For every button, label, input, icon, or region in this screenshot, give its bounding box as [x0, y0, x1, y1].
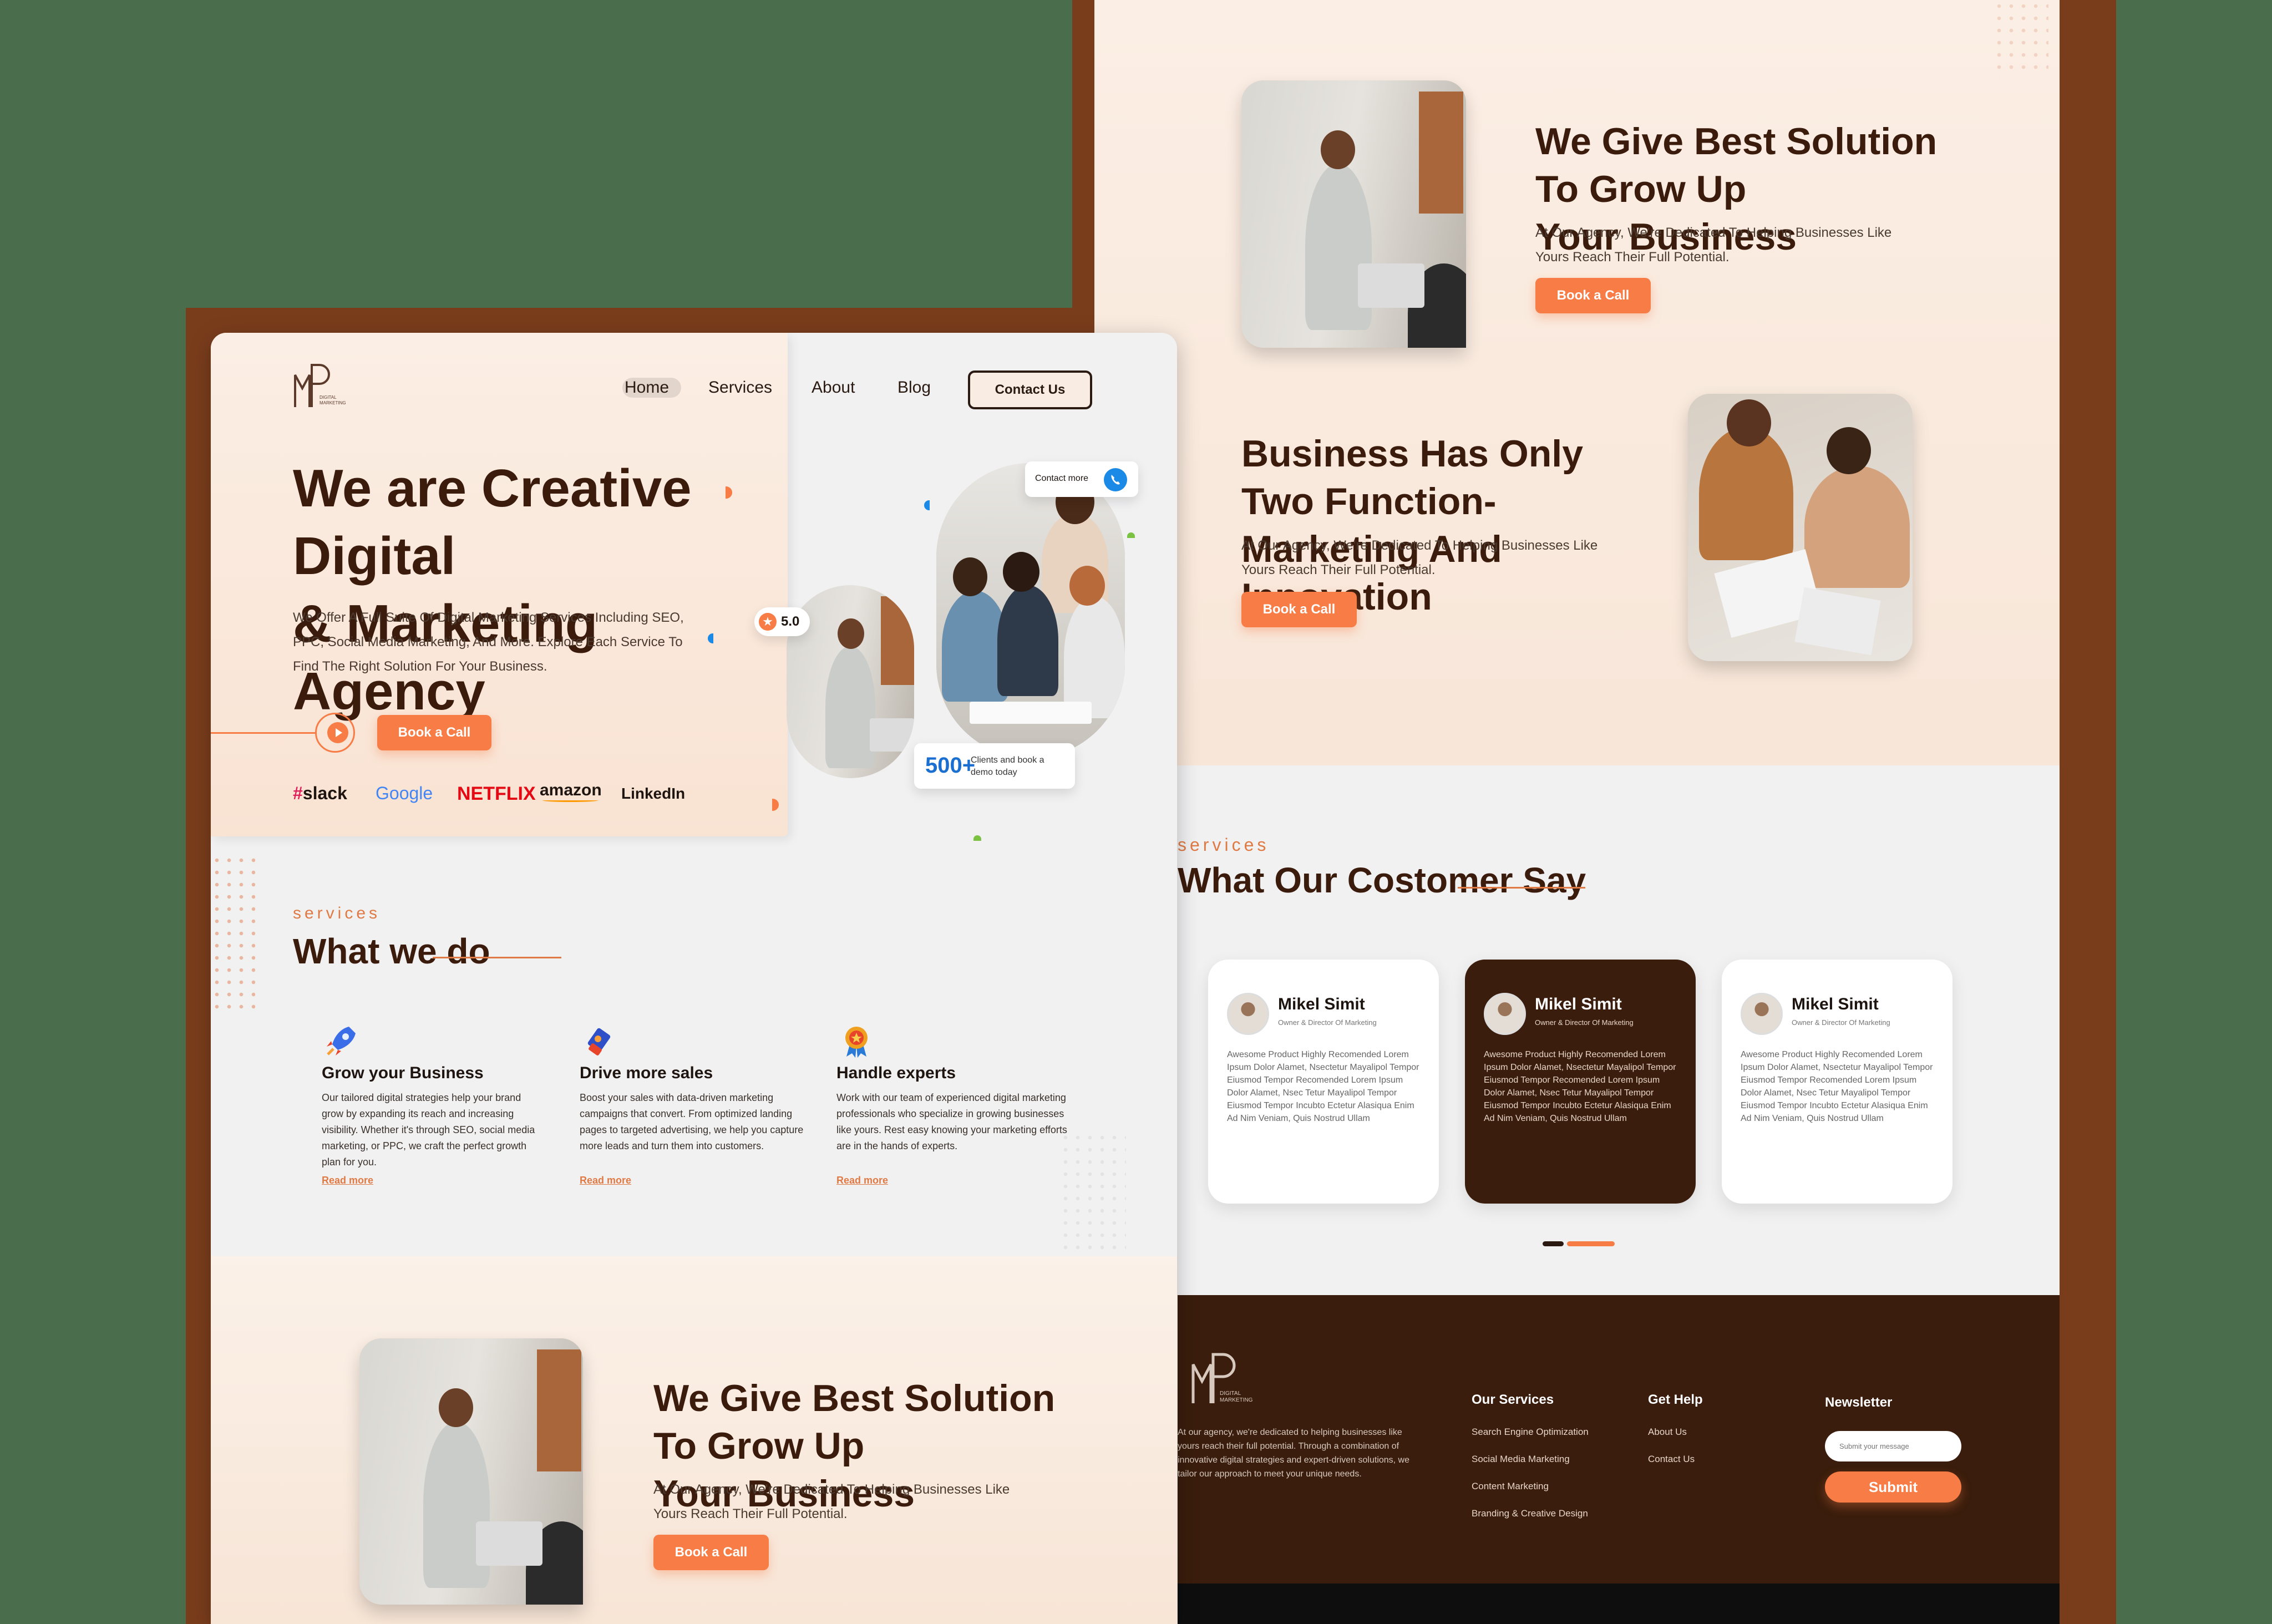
testimonials-eyebrow: services — [1178, 835, 1270, 855]
dot-pattern — [211, 854, 255, 1015]
rocket-icon — [323, 1023, 359, 1059]
star-icon: ★ — [759, 613, 777, 631]
read-more-link[interactable]: Read more — [580, 1175, 631, 1186]
solution-text-right: At Our Agency, We're Dedicated To Helpin… — [1535, 225, 1892, 265]
right-top-section — [1094, 0, 2060, 765]
footer-help-title: Get Help — [1648, 1392, 1703, 1407]
title-underline — [433, 957, 561, 958]
stat-text: Clients and book a demo today — [971, 755, 1044, 777]
services-eyebrow: services — [293, 904, 381, 922]
contact-more-label: Contact more — [1035, 474, 1089, 483]
book-call-button-functions[interactable]: Book a Call — [1241, 592, 1357, 627]
book-call-button-solution-left[interactable]: Book a Call — [653, 1535, 769, 1570]
footer-bottom-bar — [1178, 1584, 2060, 1624]
solution-photo — [1241, 80, 1466, 348]
testimonial-role: Owner & Director Of Marketing — [1278, 1018, 1377, 1027]
footer-link[interactable]: Content Marketing — [1472, 1481, 1549, 1492]
avatar — [1227, 993, 1269, 1035]
decorative-dot — [973, 835, 981, 841]
footer-services-title: Our Services — [1472, 1392, 1554, 1407]
avatar — [1741, 993, 1783, 1035]
contact-us-button[interactable]: Contact Us — [968, 371, 1092, 409]
netflix-logo: NETFLIX — [457, 783, 536, 804]
hero-line — [211, 732, 316, 734]
testimonial-card: Mikel Simit Owner & Director Of Marketin… — [1208, 960, 1439, 1204]
play-icon — [327, 722, 348, 743]
slack-logo: #slack — [293, 783, 347, 803]
hero-photo-large — [936, 463, 1125, 758]
service-text: Boost your sales with data-driven market… — [580, 1092, 804, 1151]
megaphone-icon — [581, 1023, 617, 1059]
solution-photo — [359, 1338, 583, 1605]
title-underline — [1458, 887, 1585, 889]
services-title: What we do — [293, 931, 490, 971]
nav-services[interactable]: Services — [708, 378, 772, 397]
footer: DIGITAL MARKETING At our agency, we're d… — [1178, 1295, 2060, 1584]
book-call-button-solution-right[interactable]: Book a Call — [1535, 278, 1651, 313]
rating-value: 5.0 — [781, 614, 800, 629]
book-call-button-hero[interactable]: Book a Call — [377, 715, 491, 750]
contact-more-badge[interactable]: Contact more — [1025, 461, 1138, 497]
testimonials-title: What Our Costomer Say — [1178, 860, 1586, 900]
clients-stat-badge: 500+ Clients and book a demo today — [914, 743, 1075, 789]
amazon-smile-icon — [542, 799, 598, 802]
solution-text-left: At Our Agency, We're Dedicated To Helpin… — [653, 1482, 1010, 1521]
newsletter-input[interactable] — [1825, 1431, 1961, 1461]
logo-tagline: DIGITAL MARKETING — [320, 395, 346, 405]
google-logo: Google — [376, 783, 433, 803]
carousel-dot[interactable] — [1543, 1241, 1564, 1246]
testimonial-name: Mikel Simit — [1792, 995, 1879, 1013]
footer-about: At our agency, we're dedicated to helpin… — [1178, 1428, 1410, 1479]
service-text: Work with our team of experienced digita… — [836, 1092, 1067, 1151]
newsletter-title: Newsletter — [1825, 1395, 1893, 1410]
nav-about[interactable]: About — [812, 378, 855, 397]
service-text: Our tailored digital strategies help you… — [322, 1092, 535, 1168]
decorative-dot — [924, 500, 930, 510]
testimonial-text: Awesome Product Highly Recomended Lorem … — [1741, 1050, 1933, 1123]
left-page: DIGITAL MARKETING Home Services About Bl… — [211, 333, 1177, 1624]
testimonial-text: Awesome Product Highly Recomended Lorem … — [1484, 1050, 1676, 1123]
footer-logo-tagline: DIGITAL MARKETING — [1220, 1390, 1253, 1403]
footer-link[interactable]: Social Media Marketing — [1472, 1454, 1570, 1465]
read-more-link[interactable]: Read more — [322, 1175, 373, 1186]
footer-link[interactable]: Branding & Creative Design — [1472, 1508, 1588, 1519]
testimonial-text: Awesome Product Highly Recomended Lorem … — [1227, 1050, 1419, 1123]
testimonial-role: Owner & Director Of Marketing — [1792, 1018, 1890, 1027]
footer-link[interactable]: Search Engine Optimization — [1472, 1427, 1589, 1438]
badge-icon — [839, 1023, 874, 1059]
amazon-logo: amazon — [540, 781, 602, 799]
functions-text: At Our Agency, We're Dedicated To Helpin… — [1241, 538, 1598, 577]
phone-icon — [1104, 468, 1127, 491]
hero-description: We Offer A Full Suite Of Digital Marketi… — [293, 610, 684, 674]
service-title: Drive more sales — [580, 1064, 713, 1082]
avatar — [1484, 993, 1526, 1035]
service-title: Handle experts — [836, 1064, 956, 1082]
right-page: We Give Best Solution To Grow Up Your Bus… — [1094, 0, 2060, 1624]
testimonial-role: Owner & Director Of Marketing — [1535, 1018, 1634, 1027]
stat-number: 500+ — [925, 753, 976, 778]
footer-link[interactable]: About Us — [1648, 1427, 1687, 1438]
carousel-dot-active[interactable] — [1567, 1241, 1615, 1246]
dot-pattern — [1993, 0, 2048, 78]
testimonial-card-active: Mikel Simit Owner & Director Of Marketin… — [1465, 960, 1696, 1204]
linkedin-logo: LinkedIn — [621, 785, 686, 802]
read-more-link[interactable]: Read more — [836, 1175, 888, 1186]
decorative-dot — [1127, 532, 1135, 538]
testimonial-name: Mikel Simit — [1535, 995, 1622, 1013]
testimonial-name: Mikel Simit — [1278, 995, 1365, 1013]
nav-home[interactable]: Home — [625, 378, 669, 397]
submit-button[interactable]: Submit — [1825, 1471, 1961, 1503]
service-title: Grow your Business — [322, 1064, 484, 1082]
hero-title: We are Creative Digital & Marketing Agenc… — [293, 459, 692, 721]
rating-badge: ★ 5.0 — [754, 607, 810, 636]
nav-blog[interactable]: Blog — [897, 378, 931, 397]
functions-photo — [1688, 394, 1913, 661]
play-button[interactable] — [315, 713, 355, 753]
testimonial-card: Mikel Simit Owner & Director Of Marketin… — [1722, 960, 1952, 1204]
footer-link[interactable]: Contact Us — [1648, 1454, 1695, 1465]
